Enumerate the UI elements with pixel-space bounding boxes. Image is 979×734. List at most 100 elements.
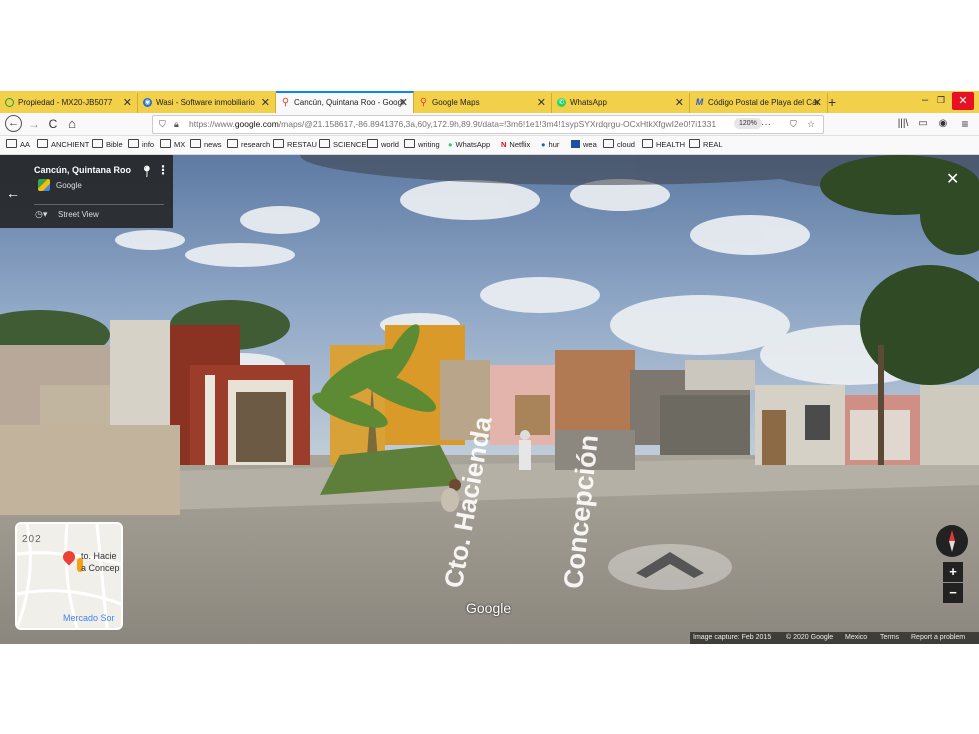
- street-view-panorama[interactable]: Cto. Hacienda Concepción ← Cancún, Quint…: [0, 155, 979, 644]
- close-tab-icon[interactable]: ✕: [675, 93, 684, 113]
- report-problem-link[interactable]: Report a problem: [911, 632, 965, 644]
- tab-title: Código Postal de Playa del Car: [708, 98, 820, 107]
- zoom-level-badge[interactable]: 120%: [734, 118, 762, 129]
- tab-title: WhatsApp: [570, 98, 607, 107]
- close-tab-icon[interactable]: ✕: [261, 93, 270, 113]
- tab-cancun-maps[interactable]: ⚲ Cancún, Quintana Roo - Googl ✕: [276, 91, 414, 113]
- pocket-icon[interactable]: ⛉: [790, 116, 797, 133]
- close-tab-icon[interactable]: ✕: [813, 93, 822, 113]
- folder-icon: [128, 139, 139, 148]
- zoom-out-button[interactable]: −: [943, 583, 963, 603]
- folder-icon: [367, 139, 378, 148]
- bookmark-folder[interactable]: MX: [160, 136, 185, 154]
- folder-icon: [160, 139, 171, 148]
- back-to-map-button[interactable]: ←: [6, 185, 20, 201]
- reload-button[interactable]: C: [44, 115, 62, 133]
- close-street-view-button[interactable]: ✕: [946, 169, 959, 189]
- back-button[interactable]: ←: [5, 115, 22, 132]
- bookmark-folder[interactable]: AA: [6, 136, 30, 154]
- bookmark-folder[interactable]: news: [190, 136, 222, 154]
- tab-wasi[interactable]: ◉ Wasi - Software inmobiliario ✕: [138, 93, 276, 113]
- compass-button[interactable]: [936, 525, 968, 557]
- bookmark-folder[interactable]: world: [367, 136, 399, 154]
- url-domain: google.com: [234, 119, 279, 129]
- copyright-label: © 2020 Google: [786, 634, 834, 641]
- street-label-2: Concepción: [558, 433, 604, 591]
- bookmark-folder[interactable]: cloud: [603, 136, 635, 154]
- minimize-button[interactable]: –: [918, 91, 932, 109]
- bookmark-wea[interactable]: wea: [571, 136, 597, 154]
- close-tab-icon[interactable]: ✕: [537, 93, 546, 113]
- sidebar-icon[interactable]: ▭: [914, 115, 932, 133]
- library-icon[interactable]: |||\: [894, 115, 912, 133]
- bookmark-label: hur: [548, 140, 560, 149]
- folder-icon: [603, 139, 614, 148]
- bookmark-folder[interactable]: RESTAU: [273, 136, 317, 154]
- mini-map-poi-label: Mercado Sor: [63, 613, 115, 623]
- new-tab-button[interactable]: +: [828, 92, 836, 112]
- hamburger-menu-icon[interactable]: ≡: [956, 115, 974, 133]
- location-pin-icon[interactable]: 📍︎: [140, 165, 154, 178]
- bookmark-folder[interactable]: research: [227, 136, 270, 154]
- whatsapp-icon: ●: [448, 140, 453, 149]
- mini-map-street-label-1: to. Hacie: [81, 551, 117, 561]
- url-path: /maps/@21.158617,-86.8941376,3a,60y,172.…: [278, 119, 717, 129]
- tab-title: Google Maps: [432, 98, 480, 107]
- more-options-icon[interactable]: ⋮: [157, 163, 169, 177]
- tab-propiedad[interactable]: Propiedad - MX20-JB5077 ✕: [0, 93, 138, 113]
- region-link[interactable]: Mexico: [845, 632, 867, 644]
- shield-icon[interactable]: ⛉: [159, 116, 166, 133]
- bookmark-label: Bible: [106, 140, 123, 149]
- maps-pin-icon: ⚲: [281, 97, 290, 108]
- tab-whatsapp[interactable]: ✆ WhatsApp ✕: [552, 93, 690, 113]
- bookmark-folder[interactable]: info: [128, 136, 154, 154]
- weather-icon: [571, 140, 580, 148]
- bookmark-folder[interactable]: SCIENCE: [319, 136, 366, 154]
- street-view-mode-label: Street View: [58, 210, 99, 219]
- bookmark-hur[interactable]: ● hur: [541, 136, 559, 154]
- bookmarks-toolbar: AA ANCHIENT Bible info MX news research …: [0, 136, 979, 155]
- folder-icon: [319, 139, 330, 148]
- bookmark-whatsapp[interactable]: ● WhatsApp: [448, 136, 490, 154]
- terms-link[interactable]: Terms: [880, 632, 899, 644]
- hurricane-icon: ●: [541, 140, 546, 149]
- home-button[interactable]: ⌂: [63, 115, 81, 133]
- bookmark-folder[interactable]: writing: [404, 136, 440, 154]
- window-close-button[interactable]: ✕: [952, 92, 974, 110]
- time-travel-clock-icon[interactable]: ◷▾: [35, 209, 47, 220]
- place-title: Cancún, Quintana Roo: [34, 165, 132, 175]
- account-icon[interactable]: ◉: [934, 115, 952, 133]
- street-label-overlay: Cto. Hacienda Concepción: [438, 414, 604, 605]
- bookmark-folder[interactable]: Bible: [92, 136, 123, 154]
- bookmark-folder[interactable]: REAL: [689, 136, 723, 154]
- lock-icon[interactable]: 🔒︎: [174, 116, 179, 133]
- bookmark-label: HEALTH: [656, 140, 686, 149]
- attribution-bar: Image capture: Feb 2015 © 2020 Google Me…: [690, 632, 979, 644]
- tab-codigo-postal[interactable]: M Código Postal de Playa del Car ✕: [690, 93, 828, 113]
- tab-google-maps[interactable]: ⚲ Google Maps ✕: [414, 93, 552, 113]
- bookmark-label: ANCHIENT: [51, 140, 90, 149]
- url-bar[interactable]: ⛉ 🔒︎ https://www.google.com/maps/@21.158…: [152, 115, 824, 134]
- url-text[interactable]: https://www.google.com/maps/@21.158617,-…: [189, 116, 739, 133]
- bookmark-label: research: [241, 140, 271, 149]
- bookmark-label: RESTAU: [287, 140, 317, 149]
- star-bookmark-icon[interactable]: ☆: [807, 116, 815, 133]
- folder-icon: [37, 139, 48, 148]
- bookmark-label: WhatsApp: [455, 140, 491, 149]
- folder-icon: [689, 139, 700, 148]
- page-actions-menu[interactable]: ···: [761, 116, 771, 133]
- folder-icon: [92, 139, 103, 148]
- wasi-icon: ◉: [143, 98, 152, 107]
- mini-map[interactable]: 202 to. Hacie a Concep Mercado Sor: [15, 522, 123, 630]
- bookmark-label: world: [381, 140, 399, 149]
- maximize-button[interactable]: ❐: [934, 91, 948, 109]
- bookmark-folder[interactable]: HEALTH: [642, 136, 685, 154]
- close-tab-icon[interactable]: ✕: [123, 93, 132, 113]
- navigation-bar: ← → C ⌂ ⛉ 🔒︎ https://www.google.com/maps…: [0, 113, 979, 136]
- zoom-in-button[interactable]: +: [943, 562, 963, 582]
- bookmark-netflix[interactable]: N Netflix: [501, 136, 530, 154]
- bookmark-folder[interactable]: ANCHIENT: [37, 136, 89, 154]
- close-tab-icon[interactable]: ✕: [399, 93, 408, 113]
- forward-button[interactable]: →: [25, 115, 43, 133]
- bookmark-label: MX: [174, 140, 186, 149]
